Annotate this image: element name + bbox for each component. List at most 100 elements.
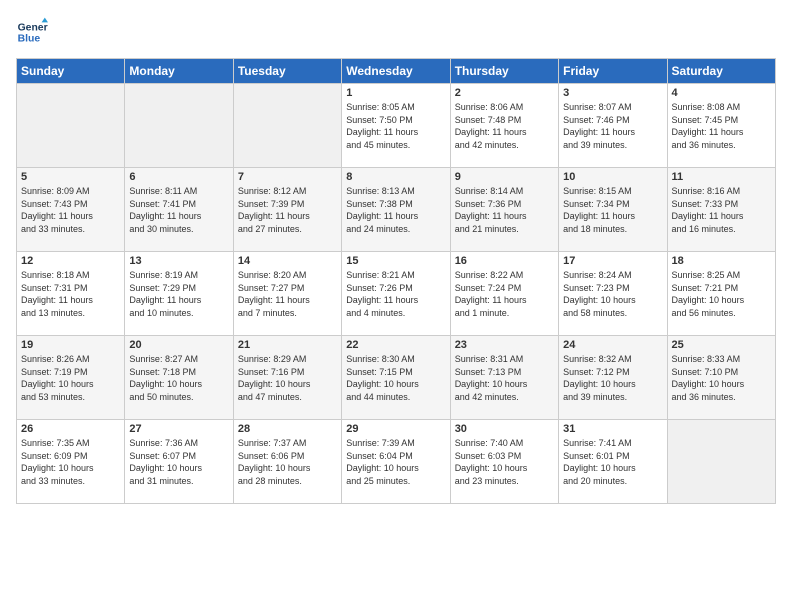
calendar-week-row: 5 Sunrise: 8:09 AM Sunset: 7:43 PM Daylig… [17, 168, 776, 252]
day-number: 2 [455, 87, 554, 99]
calendar-cell: 9Sunrise: 8:14 AM Sunset: 7:36 PM Daylig… [450, 168, 558, 252]
svg-text:General: General [18, 22, 48, 33]
calendar-cell: 21 Sunrise: 8:29 AM Sunset: 7:16 PM Dayli… [233, 336, 341, 420]
page: General Blue SundayMondayTuesdayWednesda… [0, 0, 792, 612]
calendar-cell: 30 Sunrise: 7:40 AM Sunset: 6:03 PM Dayli… [450, 420, 558, 504]
day-number: 22 [346, 339, 445, 351]
day-info: Sunrise: 8:12 AM Sunset: 7:39 PM Dayligh… [238, 185, 337, 235]
calendar-cell: 20 Sunrise: 8:27 AM Sunset: 7:18 PM Dayli… [125, 336, 233, 420]
weekday-header: Thursday [450, 59, 558, 84]
day-number: 19 [21, 339, 120, 351]
calendar-week-row: 1 Sunrise: 8:05 AM Sunset: 7:50 PM Daylig… [17, 84, 776, 168]
day-info: Sunrise: 8:32 AM Sunset: 7:12 PM Dayligh… [563, 353, 662, 403]
weekday-header: Tuesday [233, 59, 341, 84]
calendar-cell: 27Sunrise: 7:36 AM Sunset: 6:07 PM Dayli… [125, 420, 233, 504]
day-number: 7 [238, 171, 337, 183]
calendar-cell: 13 Sunrise: 8:19 AM Sunset: 7:29 PM Dayli… [125, 252, 233, 336]
day-number: 4 [672, 87, 771, 99]
weekday-header: Sunday [17, 59, 125, 84]
calendar-cell [125, 84, 233, 168]
calendar-cell: 23 Sunrise: 8:31 AM Sunset: 7:13 PM Dayli… [450, 336, 558, 420]
logo: General Blue [16, 16, 48, 48]
calendar-cell: 17Sunrise: 8:24 AM Sunset: 7:23 PM Dayli… [559, 252, 667, 336]
day-info: Sunrise: 8:26 AM Sunset: 7:19 PM Dayligh… [21, 353, 120, 403]
calendar-week-row: 12 Sunrise: 8:18 AM Sunset: 7:31 PM Dayli… [17, 252, 776, 336]
calendar-cell: 6 Sunrise: 8:11 AM Sunset: 7:41 PM Daylig… [125, 168, 233, 252]
day-info: Sunrise: 8:07 AM Sunset: 7:46 PM Dayligh… [563, 101, 662, 151]
day-number: 15 [346, 255, 445, 267]
calendar-cell: 18 Sunrise: 8:25 AM Sunset: 7:21 PM Dayli… [667, 252, 775, 336]
calendar-table: SundayMondayTuesdayWednesdayThursdayFrid… [16, 58, 776, 504]
calendar-week-row: 26 Sunrise: 7:35 AM Sunset: 6:09 PM Dayli… [17, 420, 776, 504]
calendar-cell: 29 Sunrise: 7:39 AM Sunset: 6:04 PM Dayli… [342, 420, 450, 504]
svg-text:Blue: Blue [18, 34, 41, 45]
weekday-header: Friday [559, 59, 667, 84]
day-info: Sunrise: 8:09 AM Sunset: 7:43 PM Dayligh… [21, 185, 120, 235]
day-info: Sunrise: 8:05 AM Sunset: 7:50 PM Dayligh… [346, 101, 445, 151]
calendar-cell: 19 Sunrise: 8:26 AM Sunset: 7:19 PM Dayli… [17, 336, 125, 420]
day-info: Sunrise: 8:13 AM Sunset: 7:38 PM Dayligh… [346, 185, 445, 235]
day-info: Sunrise: 8:27 AM Sunset: 7:18 PM Dayligh… [129, 353, 228, 403]
day-number: 1 [346, 87, 445, 99]
day-info: Sunrise: 8:11 AM Sunset: 7:41 PM Dayligh… [129, 185, 228, 235]
day-info: Sunrise: 8:08 AM Sunset: 7:45 PM Dayligh… [672, 101, 771, 151]
day-info: Sunrise: 8:22 AM Sunset: 7:24 PM Dayligh… [455, 269, 554, 319]
calendar-cell [17, 84, 125, 168]
day-info: Sunrise: 7:40 AM Sunset: 6:03 PM Dayligh… [455, 437, 554, 487]
calendar-cell: 12 Sunrise: 8:18 AM Sunset: 7:31 PM Dayli… [17, 252, 125, 336]
day-number: 13 [129, 255, 228, 267]
day-number: 21 [238, 339, 337, 351]
day-info: Sunrise: 8:29 AM Sunset: 7:16 PM Dayligh… [238, 353, 337, 403]
calendar-cell: 2 Sunrise: 8:06 AM Sunset: 7:48 PM Daylig… [450, 84, 558, 168]
day-info: Sunrise: 8:06 AM Sunset: 7:48 PM Dayligh… [455, 101, 554, 151]
day-number: 26 [21, 423, 120, 435]
day-info: Sunrise: 8:33 AM Sunset: 7:10 PM Dayligh… [672, 353, 771, 403]
calendar-cell: 25 Sunrise: 8:33 AM Sunset: 7:10 PM Dayli… [667, 336, 775, 420]
day-number: 11 [672, 171, 771, 183]
day-info: Sunrise: 8:30 AM Sunset: 7:15 PM Dayligh… [346, 353, 445, 403]
calendar-cell: 24 Sunrise: 8:32 AM Sunset: 7:12 PM Dayli… [559, 336, 667, 420]
calendar-cell: 31Sunrise: 7:41 AM Sunset: 6:01 PM Dayli… [559, 420, 667, 504]
day-number: 25 [672, 339, 771, 351]
calendar-cell: 14Sunrise: 8:20 AM Sunset: 7:27 PM Dayli… [233, 252, 341, 336]
day-number: 31 [563, 423, 662, 435]
day-info: Sunrise: 7:36 AM Sunset: 6:07 PM Dayligh… [129, 437, 228, 487]
weekday-header-row: SundayMondayTuesdayWednesdayThursdayFrid… [17, 59, 776, 84]
day-number: 16 [455, 255, 554, 267]
day-info: Sunrise: 7:35 AM Sunset: 6:09 PM Dayligh… [21, 437, 120, 487]
day-number: 30 [455, 423, 554, 435]
day-number: 6 [129, 171, 228, 183]
day-number: 12 [21, 255, 120, 267]
calendar-cell: 5 Sunrise: 8:09 AM Sunset: 7:43 PM Daylig… [17, 168, 125, 252]
calendar-cell [233, 84, 341, 168]
calendar-cell: 8 Sunrise: 8:13 AM Sunset: 7:38 PM Daylig… [342, 168, 450, 252]
day-info: Sunrise: 7:39 AM Sunset: 6:04 PM Dayligh… [346, 437, 445, 487]
day-info: Sunrise: 8:18 AM Sunset: 7:31 PM Dayligh… [21, 269, 120, 319]
day-info: Sunrise: 8:16 AM Sunset: 7:33 PM Dayligh… [672, 185, 771, 235]
day-info: Sunrise: 8:25 AM Sunset: 7:21 PM Dayligh… [672, 269, 771, 319]
calendar-cell: 28Sunrise: 7:37 AM Sunset: 6:06 PM Dayli… [233, 420, 341, 504]
calendar-cell: 1 Sunrise: 8:05 AM Sunset: 7:50 PM Daylig… [342, 84, 450, 168]
logo-icon: General Blue [16, 16, 48, 48]
day-info: Sunrise: 8:19 AM Sunset: 7:29 PM Dayligh… [129, 269, 228, 319]
day-number: 5 [21, 171, 120, 183]
day-number: 28 [238, 423, 337, 435]
day-number: 29 [346, 423, 445, 435]
calendar-cell: 10Sunrise: 8:15 AM Sunset: 7:34 PM Dayli… [559, 168, 667, 252]
calendar-cell [667, 420, 775, 504]
header: General Blue [16, 16, 776, 48]
day-info: Sunrise: 8:21 AM Sunset: 7:26 PM Dayligh… [346, 269, 445, 319]
day-info: Sunrise: 8:20 AM Sunset: 7:27 PM Dayligh… [238, 269, 337, 319]
calendar-cell: 7 Sunrise: 8:12 AM Sunset: 7:39 PM Daylig… [233, 168, 341, 252]
calendar-cell: 3Sunrise: 8:07 AM Sunset: 7:46 PM Daylig… [559, 84, 667, 168]
day-number: 18 [672, 255, 771, 267]
day-info: Sunrise: 8:31 AM Sunset: 7:13 PM Dayligh… [455, 353, 554, 403]
weekday-header: Saturday [667, 59, 775, 84]
day-number: 24 [563, 339, 662, 351]
calendar-cell: 15 Sunrise: 8:21 AM Sunset: 7:26 PM Dayli… [342, 252, 450, 336]
day-info: Sunrise: 8:15 AM Sunset: 7:34 PM Dayligh… [563, 185, 662, 235]
day-number: 20 [129, 339, 228, 351]
calendar-cell: 11 Sunrise: 8:16 AM Sunset: 7:33 PM Dayli… [667, 168, 775, 252]
day-number: 8 [346, 171, 445, 183]
day-number: 23 [455, 339, 554, 351]
